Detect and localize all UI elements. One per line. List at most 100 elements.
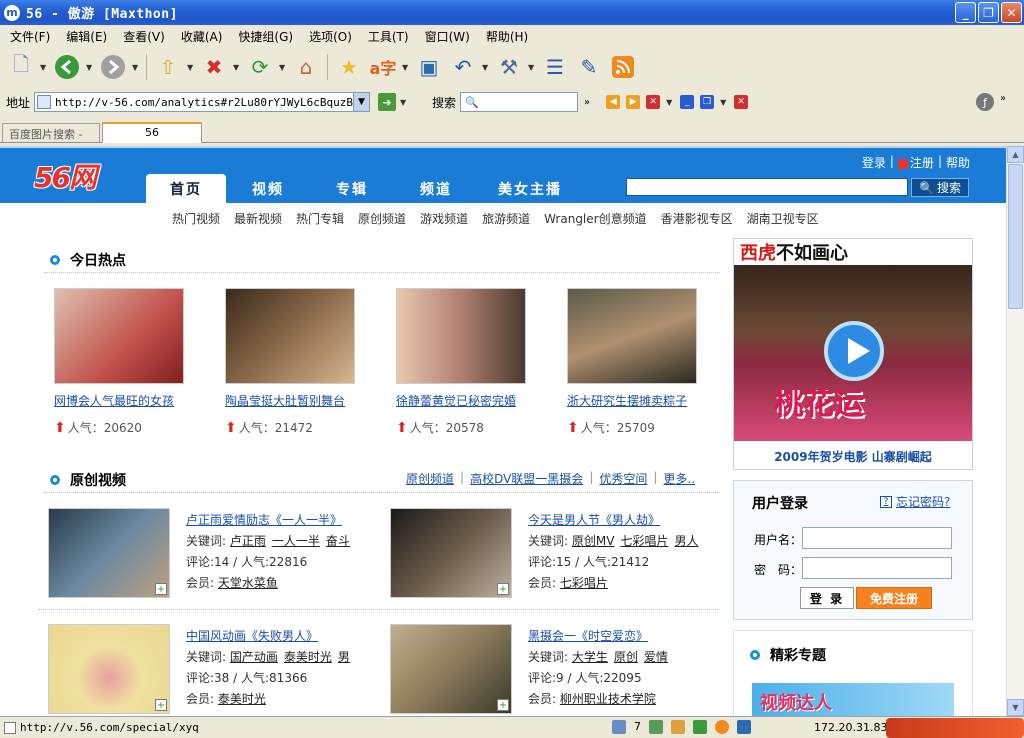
keyword-link[interactable]: 卢正雨 [230, 534, 266, 548]
new-page-icon[interactable]: 🗋 [6, 52, 36, 82]
chevron-down-icon[interactable]: ▼ [666, 98, 674, 107]
security-icon[interactable] [612, 720, 626, 734]
link-more[interactable]: 更多.. [663, 470, 695, 487]
member-link[interactable]: 柳州职业技术学院 [560, 692, 656, 706]
register-link[interactable]: 注册 [897, 154, 934, 171]
video-thumbnail[interactable]: + [390, 508, 512, 598]
chevron-down-icon[interactable]: ▼ [40, 63, 48, 72]
subnav-games[interactable]: 游戏频道 [420, 210, 468, 227]
chevron-right-icon[interactable]: » [584, 97, 590, 108]
chevron-right-icon[interactable]: » [1000, 93, 1006, 104]
status-ad[interactable] [886, 718, 1024, 738]
translate-icon[interactable]: a字 [368, 52, 398, 82]
menu-groups[interactable]: 快捷组(G) [230, 28, 301, 45]
video-title[interactable]: 中国风动画《失败男人》 [186, 629, 318, 643]
close-page-icon[interactable]: ✖ [199, 52, 229, 82]
flash-icon[interactable]: ƒ [976, 93, 994, 111]
site-logo[interactable]: 56网 [34, 156, 97, 196]
tab-baidu[interactable]: 百度图片搜索 - ... [2, 123, 100, 155]
add-icon[interactable]: + [497, 699, 509, 711]
hot-item-title[interactable]: 网博会人气最旺的女孩 [54, 392, 204, 409]
hot-thumbnail[interactable] [225, 288, 355, 384]
nav-beauty-host[interactable]: 美女主播 [478, 174, 582, 204]
chevron-down-icon[interactable]: ▼ [132, 63, 140, 72]
favorite-star-icon[interactable]: ★ [334, 52, 364, 82]
screen-icon[interactable]: ▣ [414, 52, 444, 82]
menu-favorites[interactable]: 收藏(A) [173, 28, 231, 45]
subnav-hongkong[interactable]: 香港影视专区 [661, 210, 733, 227]
keyword-link[interactable]: 男 [338, 650, 350, 664]
tools-icon[interactable]: ⚒ [494, 52, 524, 82]
link-dv-alliance[interactable]: 高校DV联盟一黑摄会 [470, 470, 583, 487]
site-search-button[interactable]: 🔍 搜索 [911, 178, 969, 197]
member-link[interactable]: 天堂水菜鱼 [218, 576, 278, 590]
restore-tab-icon[interactable]: ❐ [700, 95, 715, 109]
hot-item-title[interactable]: 浙大研究生摆摊卖粽子 [567, 392, 717, 409]
minimize-button[interactable]: _ [955, 2, 976, 23]
search-input[interactable]: 🔍 [460, 92, 579, 112]
rss-icon[interactable] [608, 52, 638, 82]
username-field[interactable] [802, 527, 952, 549]
subnav-hot-video[interactable]: 热门视频 [172, 210, 220, 227]
close-button[interactable]: ✕ [1001, 2, 1022, 23]
keyword-link[interactable]: 泰美时光 [284, 650, 332, 664]
keyword-link[interactable]: 原创MV [572, 534, 615, 548]
home-icon[interactable]: ⌂ [291, 52, 321, 82]
menu-help[interactable]: 帮助(H) [478, 28, 536, 45]
scroll-down-icon[interactable]: ▼ [1007, 699, 1024, 716]
video-thumbnail[interactable]: + [48, 624, 170, 714]
link-excellent-space[interactable]: 优秀空间 [599, 470, 647, 487]
minimize-tab-icon[interactable]: _ [680, 95, 695, 109]
keyword-link[interactable]: 奋斗 [326, 534, 350, 548]
address-input[interactable]: http://v-56.com/analytics#r2Lu80rYJWyL6c… [34, 92, 371, 112]
video-title[interactable]: 卢正雨爱情励志《一人一半》 [186, 513, 342, 527]
password-field[interactable] [802, 557, 952, 579]
video-thumbnail[interactable]: + [48, 508, 170, 598]
subnav-hot-album[interactable]: 热门专辑 [296, 210, 344, 227]
subnav-travel[interactable]: 旅游频道 [482, 210, 530, 227]
keyword-link[interactable]: 爱情 [644, 650, 668, 664]
video-title[interactable]: 今天是男人节《男人劫》 [528, 513, 660, 527]
help-link[interactable]: 帮助 [946, 154, 970, 171]
menu-options[interactable]: 选项(O) [301, 28, 360, 45]
tab-56[interactable]: 56 [102, 122, 202, 143]
sun-icon[interactable] [715, 720, 729, 734]
hot-item-title[interactable]: 徐静蕾黄觉已秘密完婚 [396, 392, 546, 409]
scroll-up-icon[interactable]: ▲ [1007, 146, 1024, 163]
prev-tab-icon[interactable]: ◀ [606, 95, 621, 109]
special-image[interactable]: 视频达人 [752, 683, 954, 716]
nav-album[interactable]: 专辑 [310, 174, 394, 204]
back-icon[interactable] [52, 52, 82, 82]
list-icon[interactable]: ☰ [540, 52, 570, 82]
menu-file[interactable]: 文件(F) [2, 28, 58, 45]
keyword-link[interactable]: 原创 [614, 650, 638, 664]
keyword-link[interactable]: 大学生 [572, 650, 608, 664]
undo-icon[interactable]: ↶ [448, 52, 478, 82]
keyword-link[interactable]: 男人 [674, 534, 698, 548]
signup-button[interactable]: 免费注册 [856, 587, 932, 609]
link-original-channel[interactable]: 原创频道 [406, 470, 454, 487]
forward-icon[interactable] [98, 52, 128, 82]
download-icon[interactable] [693, 720, 707, 734]
go-button[interactable]: ➜ [378, 93, 397, 111]
video-title[interactable]: 黑摄会一《时空爱恋》 [528, 629, 648, 643]
subnav-original[interactable]: 原创频道 [358, 210, 406, 227]
up-folder-icon[interactable]: ⇧ [153, 52, 183, 82]
chevron-down-icon[interactable]: ▼ [279, 63, 287, 72]
ad-image[interactable]: 西虎不如画心 桃花运 [734, 239, 972, 441]
chevron-down-icon[interactable]: ▼ [86, 63, 94, 72]
login-link[interactable]: 登录 [862, 154, 886, 171]
menu-window[interactable]: 窗口(W) [417, 28, 478, 45]
hot-thumbnail[interactable] [396, 288, 526, 384]
scroll-thumb[interactable] [1008, 164, 1023, 309]
chevron-down-icon[interactable]: ▼ [482, 63, 490, 72]
ad-caption[interactable]: 2009年贺岁电影 山寨剧崛起 [734, 448, 972, 465]
chevron-down-icon[interactable]: ▼ [233, 63, 241, 72]
add-icon[interactable]: + [155, 699, 167, 711]
nav-video[interactable]: 视频 [226, 174, 310, 204]
menu-view[interactable]: 查看(V) [115, 28, 173, 45]
chevron-down-icon[interactable]: ▼ [400, 98, 408, 107]
play-icon[interactable] [824, 321, 884, 381]
nav-channel[interactable]: 频道 [394, 174, 478, 204]
add-icon[interactable]: + [155, 583, 167, 595]
